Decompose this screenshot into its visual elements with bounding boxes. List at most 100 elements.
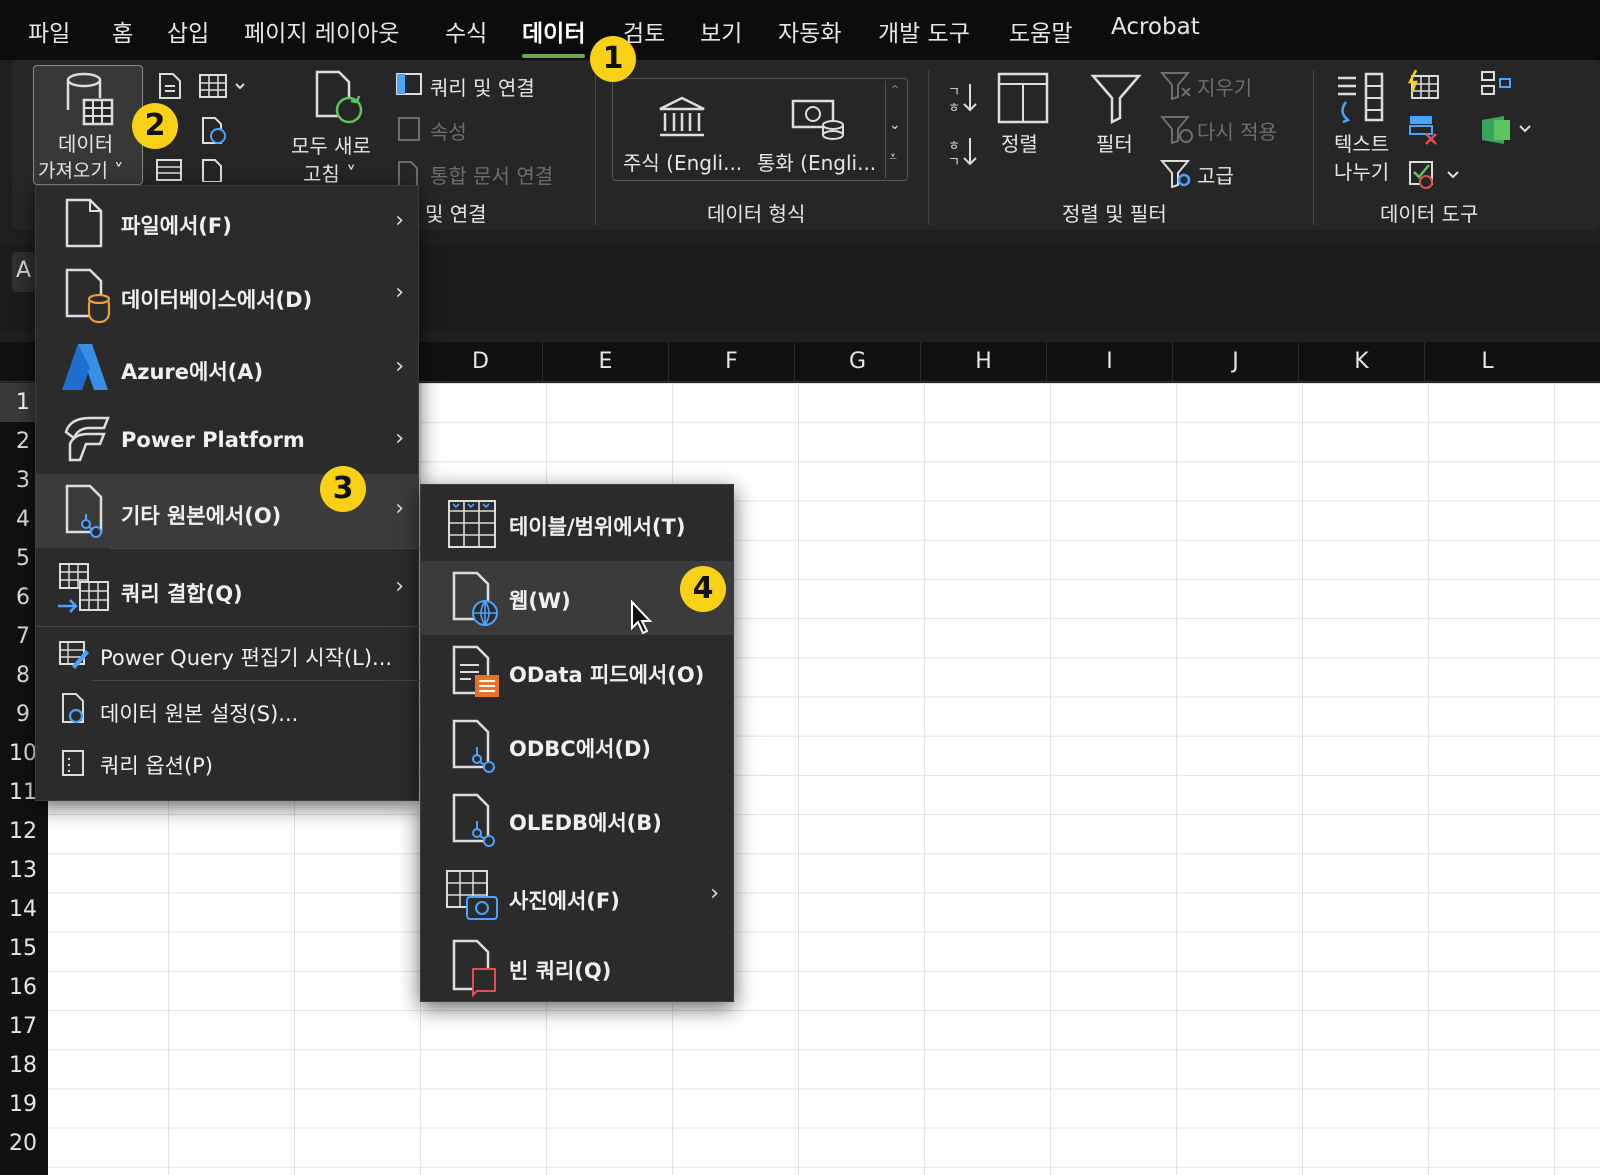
get-data-button[interactable]: 데이터 가져오기 ˅ <box>33 65 143 185</box>
row-header[interactable]: 16 <box>0 968 46 1007</box>
menu-item-label: 기타 원본에서(O) <box>121 504 282 528</box>
row-header[interactable]: 17 <box>0 1007 46 1046</box>
tab-formulas[interactable]: 수식 <box>445 14 487 48</box>
edit-links-icon <box>398 161 418 187</box>
group-queries-label: 및 연결 <box>425 202 487 226</box>
power-platform-icon <box>64 416 110 462</box>
menu-item-from-database[interactable]: 데이터베이스에서(D) › <box>36 258 418 332</box>
submenu-item-from-picture[interactable]: 사진에서(F) › <box>421 857 733 933</box>
sort-label: 정렬 <box>1001 132 1038 156</box>
reapply-button[interactable]: 다시 적용 <box>1197 116 1277 145</box>
clear-button[interactable]: 지우기 <box>1197 72 1252 101</box>
menu-item-data-source-settings[interactable]: 데이터 원본 설정(S)... <box>36 682 418 736</box>
menu-item-combine-queries[interactable]: 쿼리 결합(Q) › <box>36 550 418 626</box>
tab-help[interactable]: 도움말 <box>1009 14 1072 48</box>
menu-item-query-options[interactable]: 쿼리 옵션(P) <box>36 736 418 790</box>
sort-button[interactable]: 정렬 <box>995 70 1053 160</box>
ribbon-separator <box>595 70 596 225</box>
sort-ascending-icon[interactable]: ㄱㅎ <box>946 80 980 116</box>
stocks-button[interactable]: 주식 (Engli... <box>619 83 749 178</box>
column-header[interactable]: I <box>1046 342 1172 382</box>
tab-acrobat[interactable]: Acrobat <box>1111 14 1200 40</box>
submenu-item-label: 테이블/범위에서(T) <box>509 515 686 539</box>
gallery-more-icon[interactable]: ⩡ <box>889 149 897 165</box>
refresh-all-label-1: 모두 새로 <box>291 134 371 158</box>
column-header[interactable]: F <box>668 342 794 382</box>
tab-automate[interactable]: 자동화 <box>778 14 841 48</box>
column-header[interactable]: D <box>418 342 542 382</box>
web-icon <box>452 571 498 626</box>
row-header[interactable]: 19 <box>0 1085 46 1124</box>
column-header[interactable]: E <box>542 342 668 382</box>
column-header[interactable]: K <box>1298 342 1424 382</box>
tab-data[interactable]: 데이터 <box>522 14 586 58</box>
tab-insert[interactable]: 삽입 <box>167 14 209 48</box>
queries-connections-icon <box>396 73 422 95</box>
from-file-icon[interactable] <box>200 158 228 182</box>
table-range-icon <box>448 500 496 548</box>
submenu-item-label: OLEDB에서(B) <box>509 811 662 835</box>
submenu-item-label: 사진에서(F) <box>509 889 620 913</box>
row-header[interactable]: 15 <box>0 929 46 968</box>
advanced-button[interactable]: 고급 <box>1197 160 1234 189</box>
currencies-label: 통화 (Engli... <box>757 151 877 175</box>
text-to-columns-button[interactable]: 텍스트 나누기 <box>1330 68 1400 186</box>
scroll-down-icon[interactable]: ⌄ <box>889 117 901 133</box>
chevron-right-icon: › <box>395 280 404 305</box>
blank-query-icon <box>452 939 496 997</box>
menu-item-power-platform[interactable]: Power Platform › <box>36 404 418 474</box>
gallery-scroll[interactable]: ⌃ ⌄ ⩡ <box>885 81 905 178</box>
column-header[interactable]: L <box>1424 342 1550 382</box>
menu-divider <box>92 680 420 681</box>
submenu-item-from-oledb[interactable]: OLEDB에서(B) <box>421 783 733 857</box>
group-sortfilter-label: 정렬 및 필터 <box>1062 202 1167 226</box>
refresh-all-label-2: 고침 ˅ <box>303 162 357 186</box>
row-header[interactable]: 20 <box>0 1124 46 1163</box>
refresh-all-button[interactable]: 모두 새로 고침 ˅ <box>285 66 390 186</box>
recent-sources-icon[interactable] <box>200 116 228 146</box>
edit-links-button[interactable]: 통합 문서 연결 <box>430 160 553 189</box>
consolidate-icon[interactable] <box>1480 70 1512 98</box>
filter-button[interactable]: 필터 <box>1088 70 1146 160</box>
tab-file[interactable]: 파일 <box>28 14 70 48</box>
column-header[interactable]: J <box>1172 342 1298 382</box>
sort-descending-icon[interactable]: ㅎㄱ <box>946 134 980 170</box>
step-badge-2: 2 <box>132 103 178 149</box>
from-text-icon[interactable] <box>157 72 183 100</box>
row-header[interactable]: 13 <box>0 851 46 890</box>
remove-duplicates-icon[interactable] <box>1408 114 1440 146</box>
menu-item-from-file[interactable]: 파일에서(F) › <box>36 186 418 258</box>
tab-page-layout[interactable]: 페이지 레이아웃 <box>244 14 399 48</box>
data-validation-icon[interactable] <box>1408 158 1468 190</box>
submenu-item-from-odbc[interactable]: ODBC에서(D) <box>421 709 733 783</box>
step-badge-3: 3 <box>320 466 366 512</box>
data-model-icon[interactable] <box>1480 114 1536 146</box>
tab-view[interactable]: 보기 <box>700 14 742 48</box>
column-header[interactable]: G <box>794 342 920 382</box>
tab-home[interactable]: 홈 <box>112 14 133 48</box>
submenu-item-from-odata[interactable]: OData 피드에서(O) <box>421 635 733 709</box>
from-table-icon[interactable] <box>198 72 248 100</box>
stocks-label: 주식 (Engli... <box>623 151 743 175</box>
menu-item-launch-power-query-editor[interactable]: Power Query 편집기 시작(L)... <box>36 628 418 680</box>
tab-developer[interactable]: 개발 도구 <box>878 14 970 48</box>
row-header[interactable]: 18 <box>0 1046 46 1085</box>
ribbon-separator <box>1313 70 1314 225</box>
flash-fill-icon[interactable] <box>1408 70 1440 100</box>
currencies-button[interactable]: 통화 (Engli... <box>753 83 883 178</box>
scroll-up-icon[interactable]: ⌃ <box>889 83 901 99</box>
queries-connections-button[interactable]: 쿼리 및 연결 <box>430 72 535 101</box>
advanced-filter-icon <box>1160 160 1191 188</box>
submenu-item-blank-query[interactable]: 빈 쿼리(Q) <box>421 933 733 1003</box>
name-box[interactable]: A <box>12 252 36 292</box>
submenu-item-from-table-range[interactable]: 테이블/범위에서(T) <box>421 485 733 561</box>
text-to-columns-label-1: 텍스트 <box>1334 132 1390 156</box>
existing-connections-icon[interactable] <box>155 158 183 182</box>
properties-button[interactable]: 속성 <box>430 116 467 145</box>
row-header[interactable]: 12 <box>0 812 46 851</box>
combine-queries-icon <box>58 563 109 613</box>
row-header[interactable]: 14 <box>0 890 46 929</box>
column-header[interactable]: H <box>920 342 1046 382</box>
menu-item-from-azure[interactable]: Azure에서(A) › <box>36 332 418 404</box>
get-data-label-2: 가져오기 ˅ <box>38 160 124 182</box>
